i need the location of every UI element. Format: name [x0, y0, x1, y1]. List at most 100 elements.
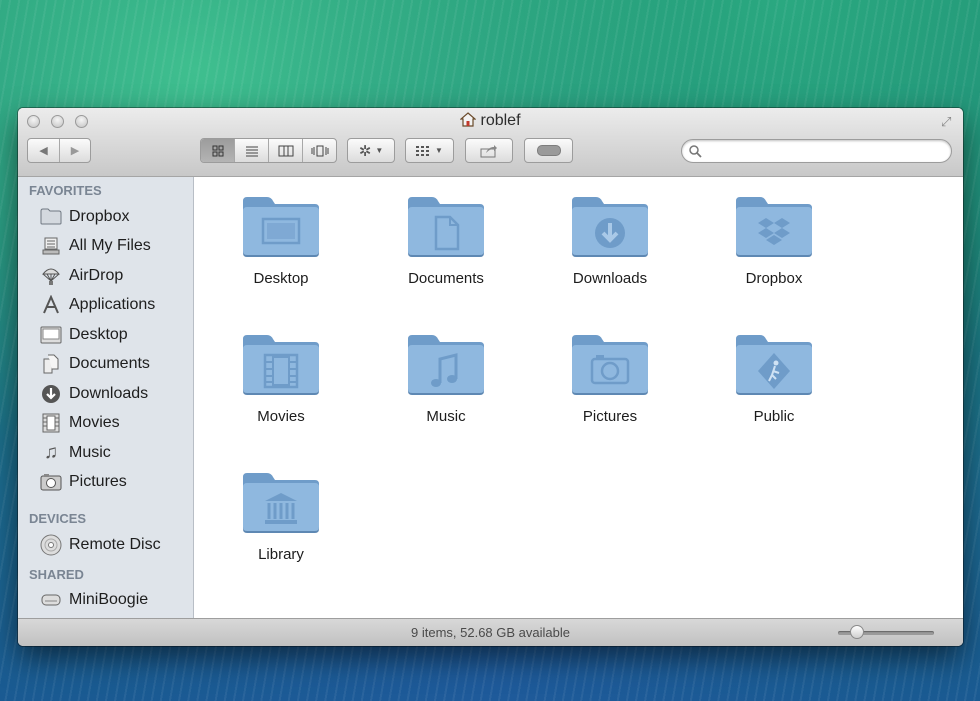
tags-button[interactable] [524, 138, 573, 163]
folder-item[interactable]: Pictures [535, 331, 685, 425]
library-folder-icon [206, 469, 356, 540]
all-files-icon [39, 236, 63, 256]
folder-label: Public [753, 408, 795, 425]
sidebar-section-devices: DEVICES [29, 511, 87, 526]
sidebar: FAVORITES Dropbox All My Files AirDrop A… [18, 177, 194, 618]
sidebar-item-pictures[interactable]: Pictures [18, 468, 193, 498]
sidebar-item-label: Music [69, 443, 111, 461]
share-icon [480, 144, 497, 157]
folder-icon [39, 207, 63, 227]
folder-item[interactable]: Desktop [206, 193, 356, 287]
search-field[interactable] [681, 139, 952, 163]
back-arrow-icon: ◀ [39, 145, 48, 157]
public-folder-icon [699, 331, 849, 402]
window-title-area: roblef [18, 112, 963, 132]
folder-label: Desktop [253, 270, 309, 287]
sidebar-item-label: Desktop [69, 325, 128, 343]
sidebar-item-label: Dropbox [69, 207, 130, 225]
column-view-icon [278, 145, 293, 156]
sidebar-item-label: Applications [69, 296, 156, 314]
downloads-icon [39, 384, 63, 404]
search-input[interactable] [706, 142, 945, 162]
tag-icon [536, 145, 561, 156]
sidebar-section-shared: SHARED [29, 566, 84, 582]
sidebar-item-documents[interactable]: Documents [18, 350, 193, 380]
sidebar-section-favorites: FAVORITES [29, 183, 102, 198]
sidebar-item-label: Pictures [69, 473, 127, 491]
sidebar-item-music[interactable]: ♫ Music [18, 438, 193, 468]
sidebar-item-miniboogie[interactable]: MiniBoogie [18, 586, 193, 616]
folder-item[interactable]: Dropbox [699, 193, 849, 287]
list-view-icon [245, 146, 258, 156]
column-view-button[interactable] [269, 139, 303, 162]
window-title: roblef [480, 112, 521, 129]
icon-view-icon [212, 145, 223, 156]
folder-label: Pictures [582, 408, 638, 425]
share-button[interactable] [465, 138, 513, 163]
chevron-down-icon: ▼ [375, 146, 384, 155]
pictures-folder-icon [535, 331, 685, 402]
sidebar-item-label: All My Files [69, 237, 151, 255]
sidebar-item-movies[interactable]: Movies [18, 409, 193, 439]
downloads-folder-icon [535, 193, 685, 264]
gear-icon: ✲ [358, 142, 372, 160]
sidebar-item-airdrop[interactable]: AirDrop [18, 261, 193, 291]
folder-label: Library [258, 546, 304, 563]
folder-label: Documents [408, 270, 484, 287]
sidebar-item-label: Downloads [69, 384, 149, 402]
arrange-menu-button[interactable]: ▼ [405, 138, 454, 163]
status-text: 9 items, 52.68 GB available [411, 625, 570, 640]
airdrop-icon [39, 266, 63, 286]
documents-folder-icon [371, 193, 521, 264]
folder-label: Dropbox [745, 270, 803, 287]
applications-icon [39, 295, 63, 315]
sidebar-item-label: Documents [69, 355, 150, 373]
file-icon-grid: Desktop Documents Downloads Dropbox Movies Mu… [194, 177, 963, 618]
finder-window: roblef ⤢ ◀ ▶ ✲ ▼ ▼ FAVORITES Dropbox All… [18, 108, 963, 646]
folder-item[interactable]: Movies [206, 331, 356, 425]
folder-item[interactable]: Library [206, 469, 356, 563]
pictures-icon [39, 472, 63, 492]
home-icon [459, 112, 478, 132]
sidebar-item-applications[interactable]: Applications [18, 291, 193, 321]
folder-label: Downloads [572, 270, 648, 287]
search-icon [689, 145, 702, 158]
folder-label: Music [426, 408, 466, 425]
titlebar: roblef ⤢ ◀ ▶ ✲ ▼ ▼ [18, 108, 963, 177]
folder-item[interactable]: Music [371, 331, 521, 425]
sidebar-item-dropbox[interactable]: Dropbox [18, 202, 193, 232]
coverflow-view-icon [311, 145, 328, 156]
sidebar-item-all-my-files[interactable]: All My Files [18, 232, 193, 262]
dropbox-folder-icon [699, 193, 849, 264]
forward-button[interactable]: ▶ [60, 139, 90, 162]
status-bar: 9 items, 52.68 GB available [18, 618, 963, 646]
sidebar-item-label: AirDrop [69, 266, 124, 284]
back-button[interactable]: ◀ [28, 139, 60, 162]
desktop-icon [39, 325, 63, 345]
action-menu-button[interactable]: ✲ ▼ [347, 138, 395, 163]
desktop-folder-icon [206, 193, 356, 264]
disc-icon [39, 534, 63, 556]
view-mode-control [200, 138, 337, 163]
documents-icon [39, 354, 63, 374]
sidebar-item-desktop[interactable]: Desktop [18, 320, 193, 350]
music-icon: ♫ [43, 441, 59, 463]
sidebar-item-downloads[interactable]: Downloads [18, 379, 193, 409]
music-folder-icon [371, 331, 521, 402]
folder-item[interactable]: Public [699, 331, 849, 425]
list-view-button[interactable] [235, 139, 269, 162]
folder-label: Movies [257, 408, 305, 425]
folder-item[interactable]: Documents [371, 193, 521, 287]
folder-item[interactable]: Downloads [535, 193, 685, 287]
sidebar-item-remote-disc[interactable]: Remote Disc [18, 530, 193, 560]
back-forward-control: ◀ ▶ [27, 138, 91, 163]
arrange-grid-icon [416, 145, 430, 156]
fullscreen-icon[interactable]: ⤢ [941, 114, 957, 130]
movies-icon [39, 413, 63, 433]
coverflow-view-button[interactable] [303, 139, 336, 162]
sidebar-item-label: Remote Disc [69, 535, 161, 553]
movies-folder-icon [206, 331, 356, 402]
network-computer-icon [39, 590, 63, 610]
forward-arrow-icon: ▶ [70, 145, 80, 157]
icon-view-button[interactable] [201, 139, 235, 162]
